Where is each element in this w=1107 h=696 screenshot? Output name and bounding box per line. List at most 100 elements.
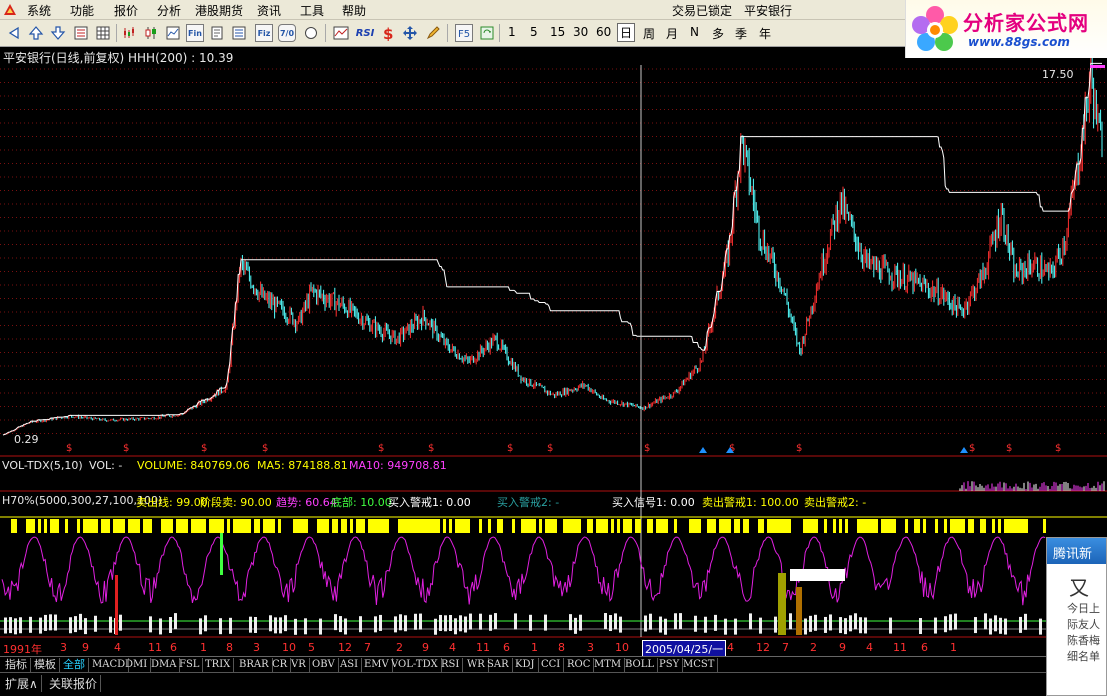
tab-template[interactable]: 模板 <box>31 658 60 672</box>
formula-icon[interactable]: 7/0 <box>278 24 296 42</box>
period-5min[interactable]: 5 <box>530 25 538 39</box>
sell-zone-bar <box>695 519 698 533</box>
signal-bar <box>989 618 992 635</box>
f10-icon[interactable] <box>230 24 248 42</box>
period-15min[interactable]: 15 <box>550 25 565 39</box>
sell-zone-bar <box>563 519 566 533</box>
signal-bar <box>974 617 977 634</box>
tab-fsl[interactable]: FSL <box>176 658 204 672</box>
menu-item-function[interactable]: 功能 <box>70 2 94 19</box>
tab-dmi[interactable]: DMI <box>122 658 152 672</box>
signal-bar <box>829 614 832 631</box>
sell-signal-bar <box>115 575 118 635</box>
menu-item-help[interactable]: 帮助 <box>342 2 366 19</box>
refresh-circle-icon[interactable] <box>302 24 320 42</box>
signal-bar <box>494 613 497 630</box>
menu-item-system[interactable]: 系统 <box>27 2 51 19</box>
period-multi[interactable]: 多 <box>712 25 724 42</box>
sync-icon[interactable] <box>478 24 496 42</box>
tab-mcst[interactable]: MCST <box>680 658 719 672</box>
sell-zone-bar <box>872 519 875 533</box>
period-month[interactable]: 月 <box>666 25 678 42</box>
signal-bar <box>39 617 42 634</box>
sell-zone-bar <box>368 519 371 533</box>
sell-zone-bar <box>143 519 146 533</box>
tab-boll[interactable]: BOLL <box>622 658 659 672</box>
tab-expand[interactable]: 扩展∧ <box>2 675 42 692</box>
signal-bar <box>119 614 122 631</box>
signal-bar <box>919 618 922 635</box>
indicator-value: 卖出线: 99.00 <box>136 496 208 509</box>
tab-related-quotes[interactable]: 关联报价 <box>46 675 102 692</box>
line-chart-icon[interactable] <box>332 24 350 42</box>
time-axis-label: 8 <box>226 641 233 654</box>
time-axis-label: 2 <box>396 641 403 654</box>
dollar-marker-icon: $ <box>1055 443 1061 454</box>
signal-bar <box>949 614 952 631</box>
down-arrow-icon[interactable] <box>49 24 67 42</box>
sell-zone-bar <box>245 519 248 533</box>
chart-area[interactable]: $ $ $ $ $ $ $ $ $ $ $ $ $ $ 平安银行(日线,前复权) HHH(200) : 1… <box>0 47 1107 658</box>
sell-zone-bar <box>1016 519 1019 533</box>
tab-all[interactable]: 全部 <box>60 658 89 672</box>
fiz-icon[interactable]: Fiz <box>255 24 273 42</box>
tab-rsi[interactable]: RSI <box>438 658 464 672</box>
period-week[interactable]: 周 <box>643 25 655 42</box>
news-popup[interactable]: 腾讯新 又 今日上 际友人 陈香梅 细名单 <box>1046 537 1107 696</box>
tab-indicator[interactable]: 指标 <box>2 658 31 672</box>
period-day[interactable]: 日 <box>617 23 636 42</box>
grid-table-icon[interactable] <box>94 24 112 42</box>
quote-list-icon[interactable] <box>72 24 90 42</box>
menu-item-tools[interactable]: 工具 <box>300 2 324 19</box>
max-price-label: 17.50 <box>1042 68 1074 81</box>
period-30min[interactable]: 30 <box>573 25 588 39</box>
tab-kdj[interactable]: KDJ <box>512 658 539 672</box>
menu-item-hk-futures[interactable]: 港股期货 <box>195 2 243 19</box>
tab-asi[interactable]: ASI <box>337 658 363 672</box>
time-axis-label: 6 <box>170 641 177 654</box>
tab-mtm[interactable]: MTM <box>591 658 626 672</box>
sell-zone-bar <box>959 519 962 533</box>
menu-item-quote[interactable]: 报价 <box>114 2 138 19</box>
current-stock-name: 平安银行 <box>744 4 793 18</box>
move-cross-icon[interactable] <box>401 24 419 42</box>
f5-switch-icon[interactable]: F5 <box>455 24 473 42</box>
brand-banner[interactable]: 分析家公式网 www.88gs.com <box>905 0 1107 58</box>
period-year[interactable]: 年 <box>759 25 771 42</box>
period-n-days[interactable]: N <box>690 25 699 39</box>
tab-sar[interactable]: SAR <box>484 658 513 672</box>
sell-zone-bar <box>248 519 251 533</box>
kline-chart-icon[interactable] <box>120 24 138 42</box>
minute-chart-icon[interactable] <box>164 24 182 42</box>
pen-draw-icon[interactable] <box>424 24 442 42</box>
sell-zone-bar <box>710 519 713 533</box>
tab-trix[interactable]: TRIX <box>202 658 235 672</box>
tab-brar[interactable]: BRAR <box>236 658 273 672</box>
signal-bar <box>269 615 272 632</box>
rsi-button[interactable]: RSI <box>354 24 376 42</box>
tab-cci[interactable]: CCI <box>538 658 565 672</box>
period-quarter[interactable]: 季 <box>735 25 747 42</box>
fin-icon[interactable]: Fin <box>186 24 204 42</box>
period-1min[interactable]: 1 <box>508 25 516 39</box>
back-icon[interactable] <box>5 24 23 42</box>
up-arrow-icon[interactable] <box>27 24 45 42</box>
period-60min[interactable]: 60 <box>596 25 611 39</box>
tab-vr[interactable]: VR <box>288 658 310 672</box>
popup-header[interactable]: 腾讯新 <box>1047 538 1106 564</box>
candlestick-icon[interactable] <box>142 24 160 42</box>
tab-vol-tdx[interactable]: VOL-TDX <box>388 658 442 672</box>
sell-zone-bar <box>881 519 884 533</box>
menu-item-news[interactable]: 资讯 <box>257 2 281 19</box>
tab-obv[interactable]: OBV <box>309 658 339 672</box>
signal-bar <box>839 617 842 634</box>
kline-chart[interactable]: $ $ $ $ $ $ $ $ $ $ $ $ $ $ <box>0 47 1107 657</box>
tab-roc[interactable]: ROC <box>564 658 595 672</box>
sell-zone-bar <box>737 519 740 533</box>
time-axis-label: 4 <box>114 641 121 654</box>
dollar-icon[interactable]: $ <box>379 24 397 42</box>
info-doc-icon[interactable] <box>208 24 226 42</box>
menu-item-analysis[interactable]: 分析 <box>157 2 181 19</box>
popup-line: 细名单 <box>1067 650 1100 663</box>
sell-zone-bar <box>119 519 122 533</box>
